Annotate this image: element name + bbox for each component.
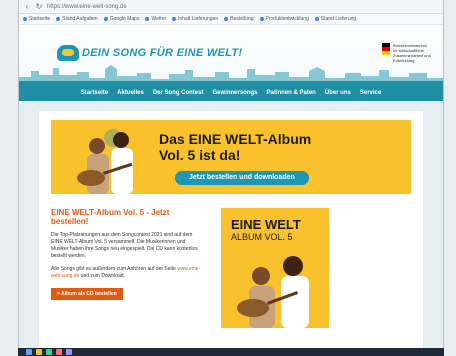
content-panel: Das EINE WELT-Album Vol. 5 ist da! Jetzt… <box>39 111 423 356</box>
bookmark-item[interactable]: Google Maps <box>103 16 139 22</box>
bookmark-item[interactable]: Bestellung <box>224 16 254 22</box>
bookmark-icon <box>56 17 61 21</box>
nav-item-service[interactable]: Service <box>360 90 381 96</box>
musicians-illustration <box>77 129 133 194</box>
bookmark-icon <box>172 17 177 21</box>
page-content: Das EINE WELT-Album Vol. 5 ist da! Jetzt… <box>19 101 443 356</box>
bookmark-item[interactable]: Startseite <box>23 16 50 22</box>
explorer-icon[interactable] <box>36 349 42 355</box>
bookmark-icon <box>103 17 108 21</box>
nav-item-startseite[interactable]: Startseite <box>81 90 108 96</box>
address-bar: ‹ ↻ https://www.eine-welt-song.de <box>19 0 443 14</box>
album-banner[interactable]: Das EINE WELT-Album Vol. 5 ist da! Jetzt… <box>51 120 411 194</box>
app-icon[interactable] <box>66 349 72 355</box>
ministry-name: Bundesministerium für wirtschaftliche Zu… <box>393 43 431 63</box>
nav-item-song-contest[interactable]: Der Song Contest <box>153 90 204 96</box>
nav-item-gewinnersongs[interactable]: Gewinnersongs <box>212 90 257 96</box>
bookmark-icon <box>259 17 264 21</box>
city-skyline-illustration <box>19 65 443 85</box>
nav-item-aktuelles[interactable]: Aktuelles <box>117 90 144 96</box>
start-icon[interactable] <box>26 349 32 355</box>
nav-item-ueber-uns[interactable]: Über uns <box>325 90 351 96</box>
article-paragraph: Die Top-Platzierungen aus dem Songcontes… <box>51 232 198 259</box>
album-subtitle: ALBUM VOL. 5 <box>231 232 293 242</box>
site-header: DEIN SONG FÜR EINE WELT! Bundesministeri… <box>19 25 443 85</box>
bookmark-item[interactable]: Inhalt Lieferungen <box>172 16 218 22</box>
musicians-illustration <box>237 256 309 328</box>
bookmark-icon <box>145 17 150 21</box>
article-paragraph: Alle Songs gibt es außerdem zum Anhören … <box>51 266 201 279</box>
url-field[interactable]: https://www.eine-welt-song.de <box>47 4 127 10</box>
browser-icon[interactable] <box>46 349 52 355</box>
article-text: EINE WELT-Album Vol. 5 - Jetzt bestellen… <box>51 208 201 328</box>
browser-window: ‹ ↻ https://www.eine-welt-song.de Starts… <box>18 0 444 356</box>
ministry-logo[interactable]: Bundesministerium für wirtschaftliche Zu… <box>382 43 431 63</box>
album-title: EINE WELT <box>231 217 301 232</box>
bookmark-icon <box>314 17 319 21</box>
bookmark-item[interactable]: Stand Lieferung <box>314 16 356 22</box>
bookmark-item[interactable]: Produktentwicklung <box>259 16 309 22</box>
bookmark-icon <box>23 17 27 21</box>
article-section: EINE WELT-Album Vol. 5 - Jetzt bestellen… <box>51 208 411 328</box>
bookmark-item[interactable]: Stand Aufgaben <box>56 16 98 22</box>
main-navigation: Startseite Aktuelles Der Song Contest Ge… <box>19 85 443 101</box>
flag-icon <box>382 43 390 55</box>
nav-item-patinnen-paten[interactable]: Patinnen & Paten <box>267 90 316 96</box>
mail-icon[interactable] <box>56 349 62 355</box>
bookmarks-bar: Startseite Stand Aufgaben Google Maps We… <box>19 14 443 25</box>
logo-icon <box>57 45 79 61</box>
album-cover[interactable]: EINE WELT ALBUM VOL. 5 <box>221 208 329 328</box>
site-logo[interactable]: DEIN SONG FÜR EINE WELT! <box>57 45 242 61</box>
reload-icon[interactable]: ↻ <box>35 2 43 11</box>
taskbar <box>18 348 444 356</box>
logo-text: DEIN SONG FÜR EINE WELT! <box>82 47 243 59</box>
article-title[interactable]: EINE WELT-Album Vol. 5 - Jetzt bestellen… <box>51 208 201 226</box>
bookmark-item[interactable]: Wetter <box>145 16 166 22</box>
order-download-button[interactable]: Jetzt bestellen und downloaden <box>175 171 309 185</box>
bookmark-icon <box>224 17 229 21</box>
banner-title: Das EINE WELT-Album Vol. 5 ist da! <box>159 131 312 163</box>
order-cd-button[interactable]: > Album als CD bestellen <box>51 288 123 300</box>
back-arrow-icon[interactable]: ‹ <box>23 2 31 11</box>
